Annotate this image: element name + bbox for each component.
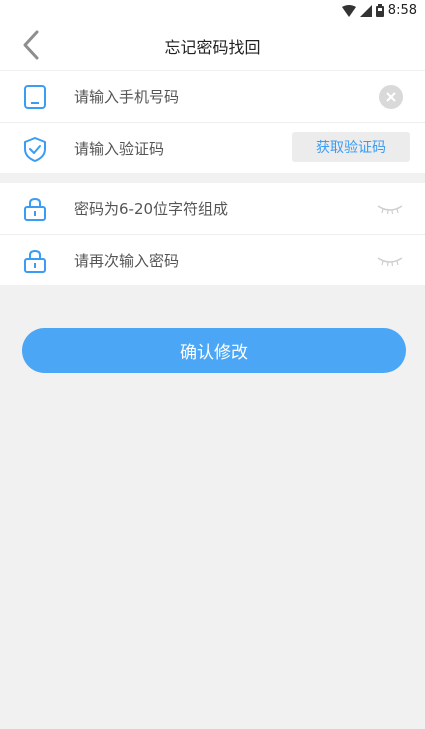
phone-row[interactable]: 请输入手机号码 [0, 71, 425, 122]
confirm-password-row[interactable]: 请再次输入密码 [0, 235, 425, 286]
password-group: 密码为6-20位字符组成 请再次输入密码 [0, 183, 425, 285]
shield-check-icon [21, 135, 49, 163]
app-bar: 忘记密码找回 [0, 22, 425, 70]
confirm-password-input[interactable]: 请再次输入密码 [74, 250, 179, 271]
phone-input[interactable]: 请输入手机号码 [74, 86, 179, 107]
password-input[interactable]: 密码为6-20位字符组成 [74, 198, 228, 219]
status-icons: 8:58 [341, 3, 417, 18]
confirm-button[interactable]: 确认修改 [22, 328, 406, 373]
close-icon [386, 92, 396, 102]
code-input[interactable]: 请输入验证码 [74, 138, 164, 159]
lock-icon [21, 247, 49, 275]
code-row[interactable]: 请输入验证码 获取验证码 [0, 123, 425, 174]
page-title: 忘记密码找回 [164, 38, 261, 57]
password-row[interactable]: 密码为6-20位字符组成 [0, 183, 425, 234]
status-time: 8:58 [387, 3, 417, 18]
clear-phone-button[interactable] [379, 85, 403, 109]
signal-icon [359, 4, 372, 17]
wifi-icon [341, 4, 356, 17]
battery-icon [375, 4, 384, 17]
eye-closed-icon[interactable] [377, 252, 403, 267]
verify-group: 请输入手机号码 请输入验证码 获取验证码 [0, 71, 425, 173]
tablet-icon [21, 83, 49, 111]
status-bar: 8:58 [0, 0, 425, 22]
lock-icon [21, 195, 49, 223]
eye-closed-icon[interactable] [377, 200, 403, 215]
get-code-button[interactable]: 获取验证码 [292, 132, 410, 162]
